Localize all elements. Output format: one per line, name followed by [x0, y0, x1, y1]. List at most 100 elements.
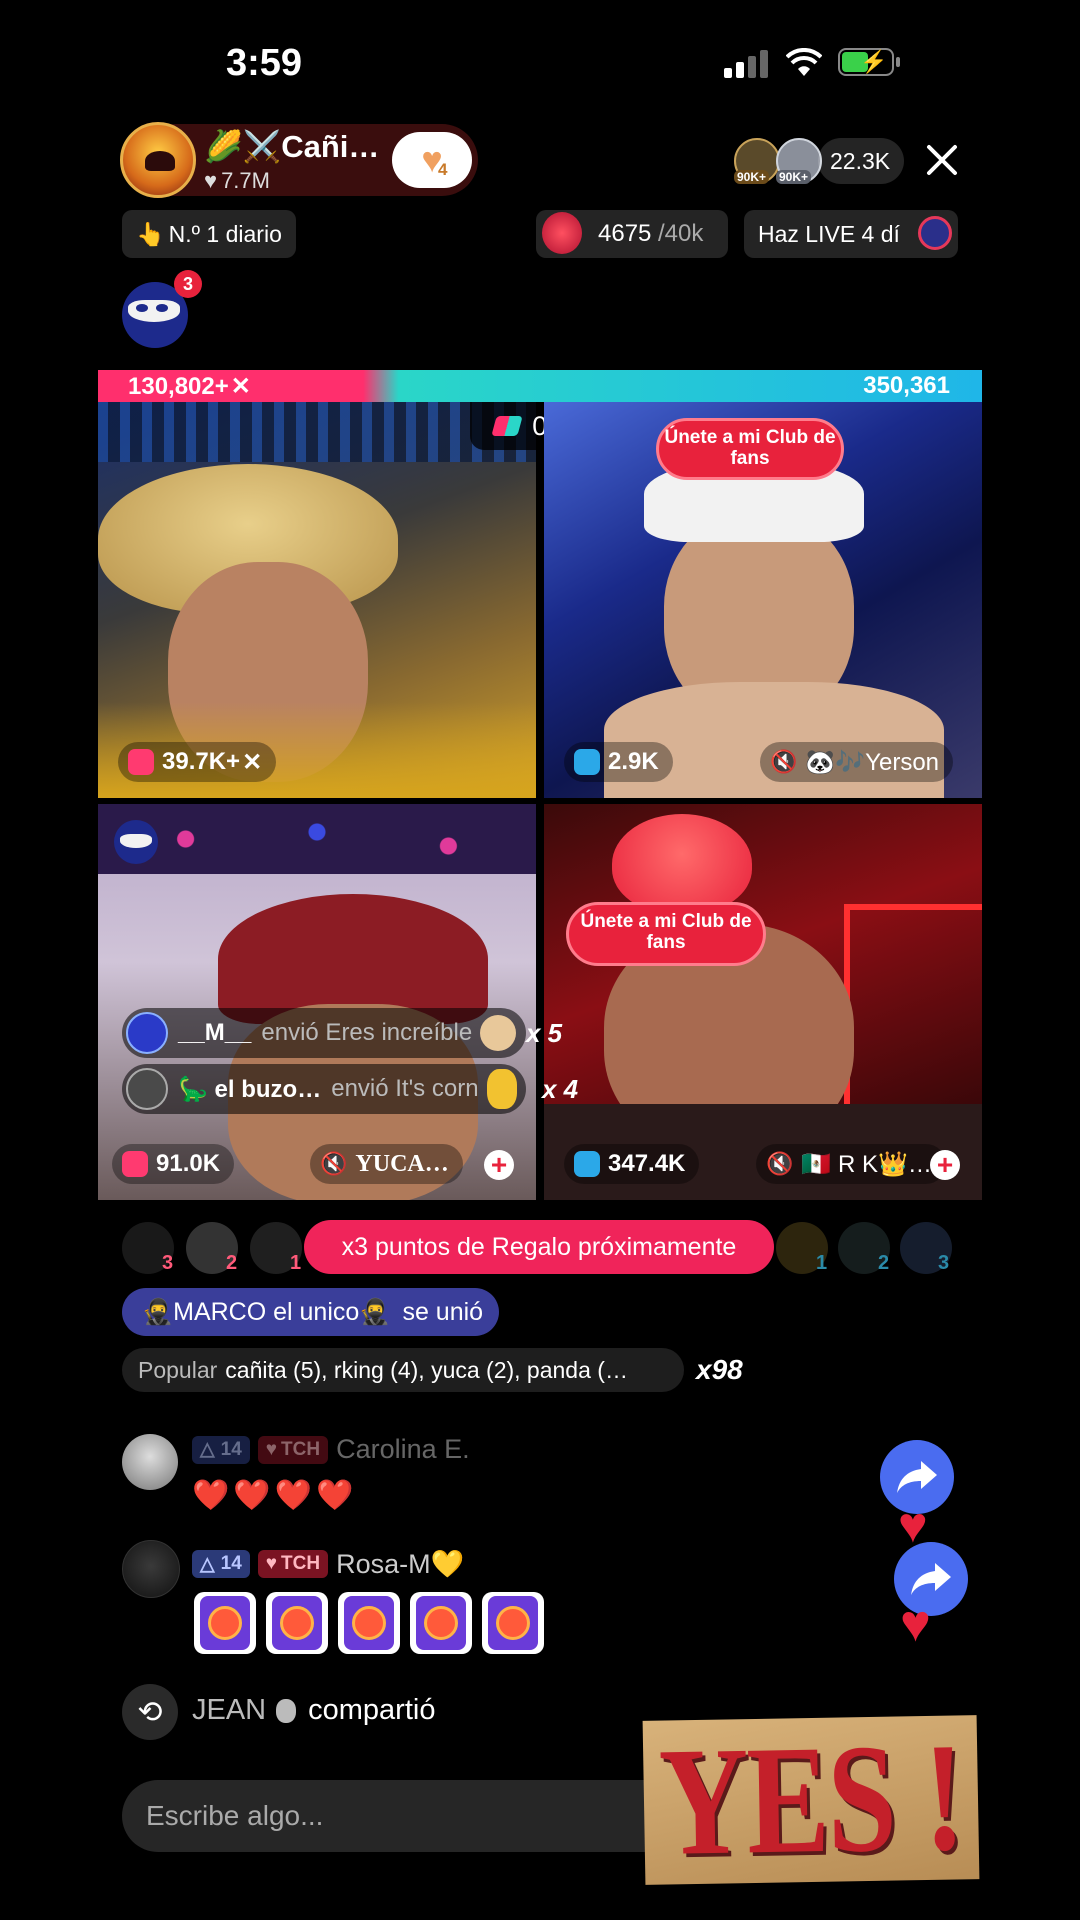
live-streak-label: Haz LIVE 4 dí: [758, 220, 900, 247]
gift-sender: __M__: [178, 1019, 252, 1046]
viewer-badge-1: 90K+: [734, 170, 770, 184]
add-host-button[interactable]: +: [484, 1150, 514, 1180]
comment-input-placeholder: Escribe algo...: [146, 1800, 324, 1831]
gift-card-icon: [338, 1592, 400, 1654]
video-tile-2[interactable]: Únete a mi Club de fans 2.9K 🔇 🐼🎶Yerson: [544, 402, 982, 798]
gift-action: envió Eres increíble: [261, 1019, 473, 1046]
popular-text: cañita (5), rking (4), yuca (2), panda (…: [225, 1356, 628, 1383]
level-icon: △: [200, 1439, 215, 1460]
goal-total: /40k: [658, 220, 704, 247]
cat-gift-icon: [480, 1015, 517, 1051]
tile-1-viewers[interactable]: 39.7K+ ✕: [118, 742, 277, 782]
heart-mascot: [612, 814, 752, 914]
flame-icon: 👆: [136, 220, 165, 247]
repost-icon: ⟲: [122, 1684, 178, 1740]
corn-gift-icon: [486, 1069, 517, 1109]
badge-heart-icon: ♥: [265, 1553, 278, 1574]
heart-icon: ♥: [204, 168, 218, 193]
left-ranked-avatars[interactable]: 3 2 1: [122, 1222, 312, 1276]
floating-heart: ♥: [900, 1595, 931, 1653]
tile-2-viewers[interactable]: 2.9K: [564, 742, 673, 782]
tile-2-host-name: 🐼🎶Yerson: [805, 748, 940, 776]
add-host-button[interactable]: +: [930, 1150, 960, 1180]
apple-icon: [276, 1698, 297, 1723]
rank-number: 2: [226, 1252, 238, 1274]
signal-icon: [724, 48, 768, 78]
daily-ranking-label: N.º 1 diario: [168, 220, 282, 247]
user-avatar: [126, 1012, 168, 1054]
close-icon[interactable]: [924, 142, 960, 178]
comment-input[interactable]: Escribe algo...: [122, 1780, 682, 1852]
comment-username[interactable]: Carolina E.: [336, 1434, 470, 1465]
share-arrow-icon: [911, 1563, 951, 1595]
popular-pill[interactable]: Popular cañita (5), rking (4), yuca (2),…: [122, 1348, 684, 1392]
rank-number: 1: [290, 1252, 302, 1274]
fan-club-cta[interactable]: Únete a mi Club de fans: [656, 418, 844, 480]
tile-3-host-name: YUCA…: [355, 1150, 449, 1177]
gift-multiplier-2: x 4: [542, 1074, 579, 1104]
fan-club-cta[interactable]: Únete a mi Club de fans: [566, 902, 766, 966]
tile-3-viewer-count: 91.0K: [156, 1150, 221, 1177]
tile-3-viewers[interactable]: 91.0K: [112, 1144, 235, 1184]
share-user: JEAN: [192, 1694, 267, 1726]
tile-4-viewers[interactable]: 347.4K: [564, 1144, 700, 1184]
join-notice: 🥷MARCO el unico🥷 se unió: [122, 1288, 500, 1336]
follow-button[interactable]: ♥ 4: [392, 132, 472, 188]
anonymous-mask-icon: [114, 820, 158, 864]
battle-icon: [491, 416, 523, 436]
comment-username[interactable]: Rosa-M💛: [336, 1548, 464, 1580]
tile-2-host[interactable]: 🔇 🐼🎶Yerson: [760, 742, 954, 782]
host-name: 🌽⚔️Cañi…: [204, 129, 380, 164]
live-streak-pill[interactable]: Haz LIVE 4 dí: [744, 210, 958, 258]
tile-4-viewer-count: 347.4K: [608, 1150, 686, 1177]
level-badge: △ 14: [192, 1435, 250, 1464]
gift-card-icon: [266, 1592, 328, 1654]
viewer-badge-2: 90K+: [776, 170, 812, 184]
comment-avatar[interactable]: [122, 1540, 180, 1598]
goal-gift-icon: [542, 212, 582, 254]
multiplier-x-icon: ✕: [230, 373, 251, 400]
right-ranked-avatars[interactable]: 1 2 3: [774, 1222, 964, 1276]
fan-club-badge: ♥ TCH: [257, 1435, 329, 1464]
level-badge: △ 14: [192, 1550, 250, 1578]
battle-right-score: 350,361: [863, 372, 950, 399]
clock-icon: [918, 216, 952, 250]
goal-pill[interactable]: 4675 /40k: [536, 210, 728, 258]
tile-3-host[interactable]: 🔇 YUCA…: [310, 1144, 463, 1184]
video-tile-1[interactable]: 39.7K+ ✕: [98, 402, 536, 798]
top-viewer-avatar-1[interactable]: 90K+: [734, 138, 780, 184]
comment-avatar[interactable]: [122, 1434, 178, 1490]
video-tile-4[interactable]: Únete a mi Club de fans 347.4K 🔇 🇲🇽 R K👑…: [544, 804, 982, 1200]
top-viewer-avatar-2[interactable]: 90K+: [776, 138, 822, 184]
gift-points-banner: x3 puntos de Regalo próximamente: [304, 1220, 774, 1274]
viewer-count[interactable]: 22.3K: [818, 138, 905, 184]
goal-current: 4675: [598, 220, 652, 247]
gift-card-icon: [482, 1592, 544, 1654]
comment-gift-cards: [194, 1592, 554, 1654]
join-action: se unió: [402, 1297, 484, 1326]
rank-number: 3: [938, 1252, 950, 1274]
host-likes: ♥ 7.7M: [204, 168, 270, 194]
gift-notification-1: __M__ envió Eres increíble: [122, 1008, 526, 1058]
multiplier-x-icon: ✕: [242, 748, 263, 776]
follow-badge-count: 4: [438, 160, 448, 179]
battle-left-score: 130,802+ ✕: [128, 372, 251, 401]
tile-2-viewer-count: 2.9K: [608, 748, 659, 775]
fan-club-badge-label: TCH: [281, 1553, 321, 1574]
daily-ranking-pill[interactable]: 👆 N.º 1 diario: [122, 210, 296, 258]
rank-number: 1: [816, 1252, 828, 1274]
viewers-icon: [128, 749, 154, 775]
share-action: compartió: [308, 1694, 436, 1726]
level-icon: △: [200, 1553, 215, 1575]
muted-icon: 🔇: [320, 1151, 348, 1176]
viewers-icon: [122, 1151, 148, 1177]
tile-4-host[interactable]: 🔇 🇲🇽 R K👑…: [756, 1144, 946, 1184]
battery-icon: ⚡: [838, 48, 900, 76]
fan-club-badge: ♥ TCH: [257, 1550, 329, 1578]
host-avatar[interactable]: [120, 122, 196, 198]
video-tile-3[interactable]: 91.0K 🔇 YUCA… +: [98, 804, 536, 1200]
level-value: 14: [220, 1438, 242, 1460]
comment-text-1: ❤️❤️❤️❤️: [192, 1479, 358, 1512]
fan-club-badge-label: TCH: [281, 1438, 321, 1460]
popular-multiplier: x98: [696, 1354, 743, 1385]
